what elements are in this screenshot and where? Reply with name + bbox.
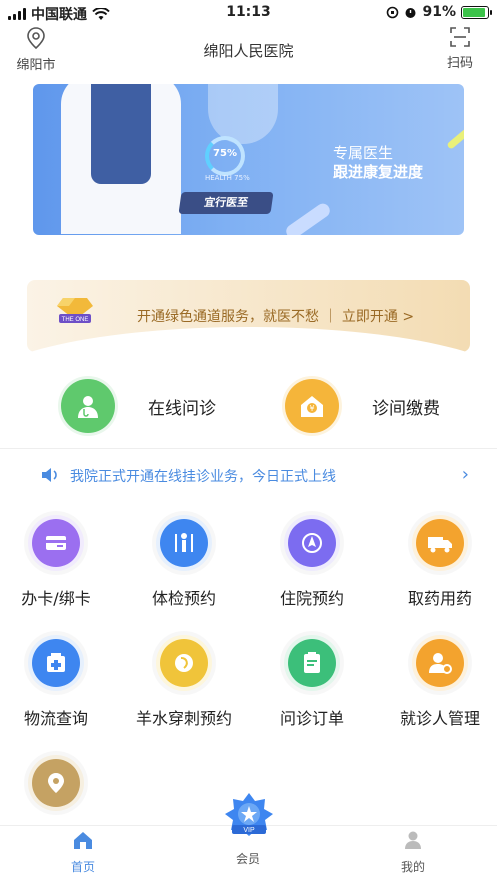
chevron-right-icon[interactable]: › [462,464,469,485]
pregnancy-icon [160,639,208,687]
banner-line2: 跟进康复进度 [333,163,424,181]
service-location[interactable] [0,755,118,825]
service-label: 羊水穿刺预约 [135,709,232,728]
scan-label: 扫码 [446,56,473,71]
health-ring-value: 75% [213,148,237,159]
service-amniocentesis[interactable]: 羊水穿刺预约 [122,635,246,729]
medicine-box-icon [32,639,80,687]
service-medicine[interactable]: 取药用药 [378,515,497,609]
payment-house-icon: ¥ [285,379,339,433]
medicine-box-icon-wrap [28,635,84,691]
diamond-badge-icon: THE ONE [57,298,93,323]
service-patient-manage[interactable]: 就诊人管理 [378,635,497,729]
tab-vip-label: 会员 [235,852,260,866]
service-inpatient[interactable]: 住院预约 [250,515,374,609]
tablet-illustration: 宜行医至 [178,192,274,214]
service-label: 住院预约 [279,589,344,608]
health-label: HEALTH 75% [205,174,250,182]
clinic-payment-icon-wrap: ¥ [282,376,342,436]
service-orders[interactable]: 问诊订单 [250,635,374,729]
online-consult-label: 在线问诊 [148,398,216,419]
location-icon [32,759,80,807]
clipboard-icon [288,639,336,687]
tab-vip[interactable]: 会员 [188,846,308,867]
card-icon-wrap [28,515,84,571]
checkup-icon-wrap [156,515,212,571]
badge-text: THE ONE [62,317,89,323]
clinic-payment-label: 诊间缴费 [372,398,440,419]
tab-profile-label: 我的 [400,860,425,874]
health-ring: 75% [205,136,245,176]
checkup-icon [160,519,208,567]
section-divider [0,448,497,449]
scan-icon [450,27,470,47]
service-checkup[interactable]: 体检预约 [122,515,246,609]
battery-percent: 91% [422,4,456,20]
service-label: 物流查询 [23,709,88,728]
service-card-bind[interactable]: 办卡/绑卡 [0,515,118,609]
patient-illustration [208,84,278,144]
battery-level [463,7,485,17]
location-icon-wrap [28,755,84,811]
rotation-lock-icon [387,6,399,18]
pregnancy-icon-wrap [156,635,212,691]
user-settings-icon [416,639,464,687]
service-label: 就诊人管理 [399,709,480,728]
capsule-decoration [283,200,333,235]
compass-icon [288,519,336,567]
service-label: 体检预约 [151,589,216,608]
promo-text[interactable]: 开通绿色通道服务，就医不愁 ｜ 立即开通 > [137,306,414,326]
tab-profile[interactable]: 我的 [353,830,473,875]
profile-icon [405,831,421,849]
truck-icon-wrap [412,515,468,571]
vip-icon[interactable]: VIP [218,791,280,841]
promo-banner[interactable]: 75% HEALTH 75% 宜行医至 专属医生 跟进康复进度 [33,84,464,235]
battery-icon [461,5,492,19]
compass-icon-wrap [284,515,340,571]
service-logistics[interactable]: 物流查询 [0,635,118,729]
doctor-icon [61,379,115,433]
card-icon [32,519,80,567]
vip-text: VIP [243,827,255,834]
service-label: 问诊订单 [279,709,344,728]
user-settings-icon-wrap [412,635,468,691]
notice-bar[interactable]: 我院正式开通在线挂诊业务，今日正式上线 › [0,460,497,492]
truck-icon [416,519,464,567]
service-label: 取药用药 [407,589,472,608]
doctor-shirt-illustration [91,84,151,184]
service-label: 办卡/绑卡 [21,589,91,608]
page-title: 绵阳人民医院 [203,42,294,60]
top-bar: 绵阳市 绵阳人民医院 扫码 [0,26,497,74]
tab-home[interactable]: 首页 [23,830,143,875]
stick-decoration [446,125,464,150]
home-icon [74,832,92,849]
status-bar: 中国联通 11:13 91% [0,0,497,26]
online-consult-icon-wrap [58,376,118,436]
banner-line1: 专属医生 [333,144,394,162]
svg-text:¥: ¥ [309,404,314,413]
notice-text: 我院正式开通在线挂诊业务，今日正式上线 [70,469,336,485]
speaker-icon [42,468,57,482]
scan-button[interactable]: 扫码 [443,26,477,71]
online-consult-button[interactable]: 在线问诊 [58,376,216,436]
status-right: 91% [386,4,492,20]
clinic-payment-button[interactable]: ¥ 诊间缴费 [282,376,440,436]
clipboard-icon-wrap [284,635,340,691]
alarm-icon [405,7,416,18]
tab-home-label: 首页 [70,860,95,874]
